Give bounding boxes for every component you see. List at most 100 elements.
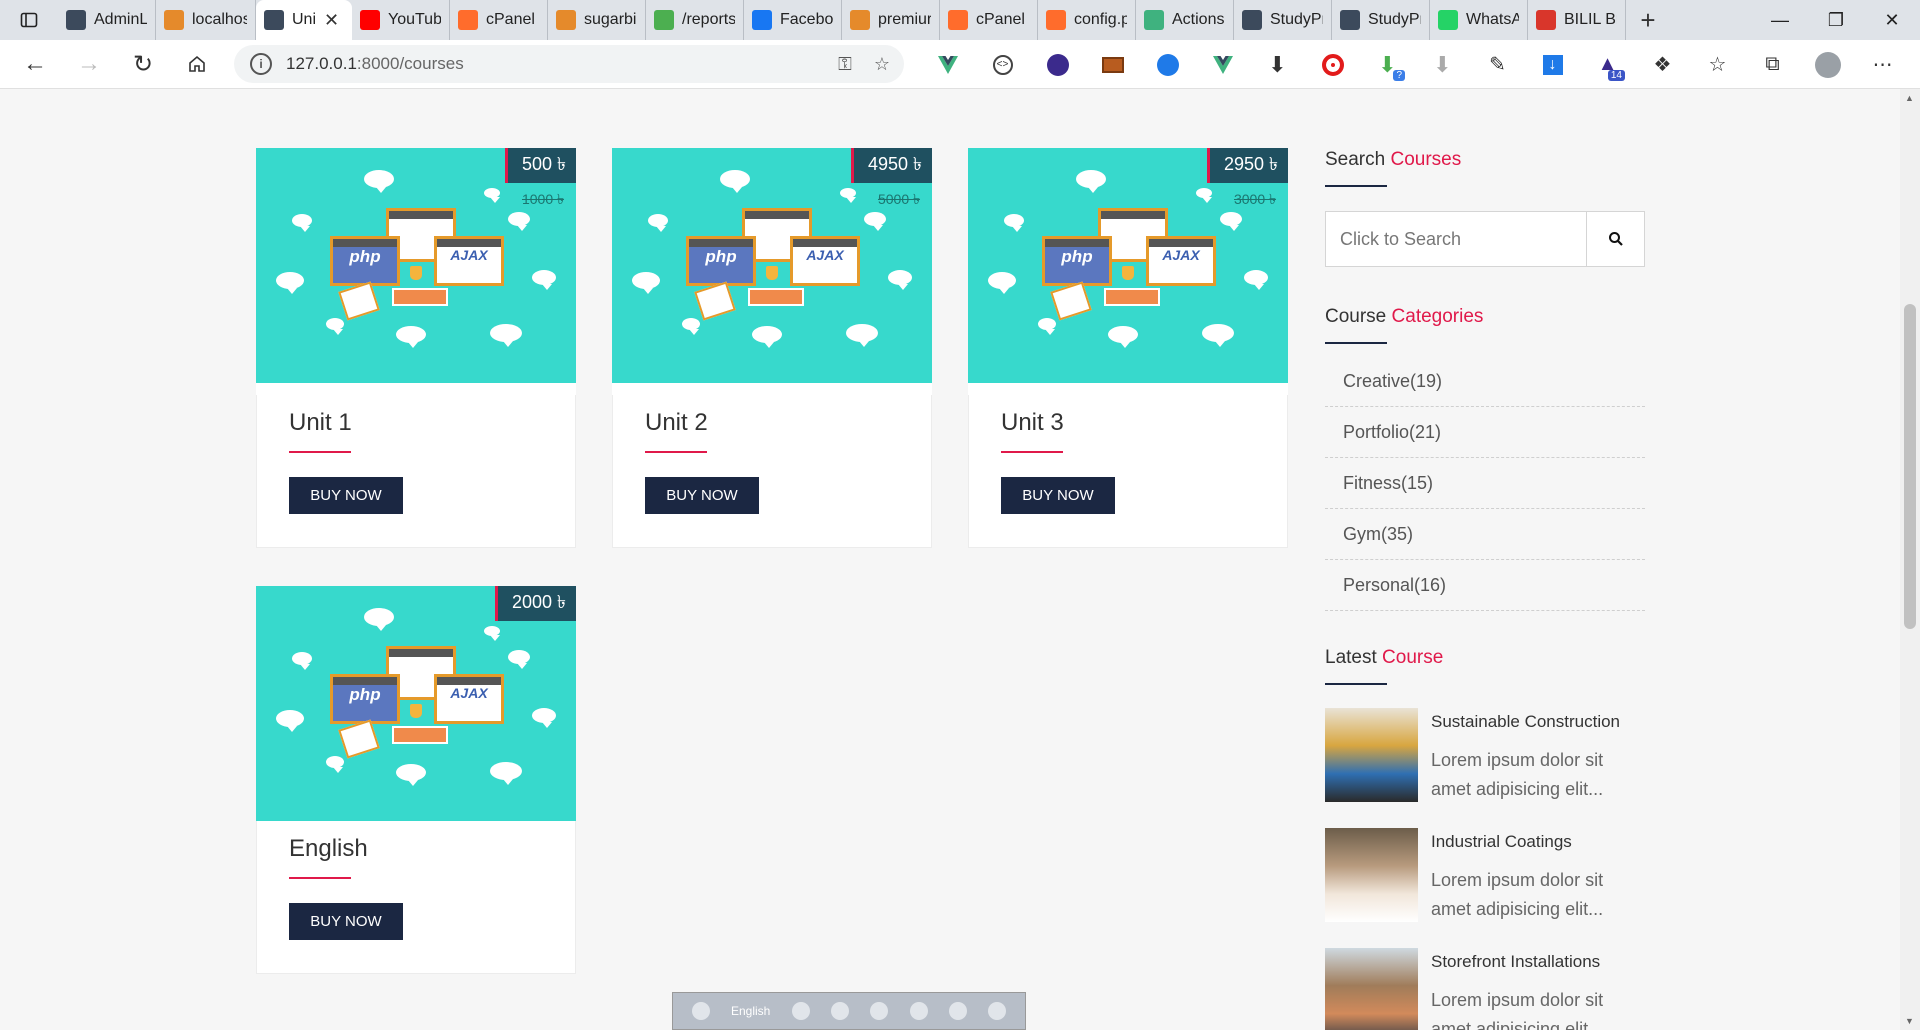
forward-button[interactable]: → (62, 44, 116, 84)
buy-now-button[interactable]: BUY NOW (289, 477, 403, 514)
url-text[interactable]: 127.0.0.1:8000/courses (286, 54, 464, 74)
browser-tab[interactable]: config.p (1038, 0, 1136, 40)
graduation-cap-icon[interactable]: ▲ 14 (1580, 45, 1635, 85)
pen-icon[interactable]: ✎ (1470, 45, 1525, 85)
scroll-down-icon[interactable]: ▼ (1905, 1016, 1914, 1026)
course-title[interactable]: English (289, 835, 368, 863)
browser-icon[interactable] (909, 1002, 928, 1020)
browser-tab[interactable]: Uni ✕ (256, 0, 352, 40)
browser-tab[interactable]: AdminLT (58, 0, 156, 40)
close-tab-icon[interactable]: ✕ (324, 10, 339, 31)
category-item[interactable]: Personal(16) (1325, 560, 1645, 611)
browser-tab[interactable]: YouTub (352, 0, 450, 40)
download-arrow-icon[interactable]: ⬇ (1250, 45, 1305, 85)
browser-tab[interactable]: BILIL Br (1528, 0, 1626, 40)
home-button[interactable] (170, 44, 224, 84)
close-window-button[interactable]: ✕ (1864, 0, 1920, 40)
language-selector[interactable]: English (731, 1004, 770, 1018)
latest-course-title[interactable]: Industrial Coatings (1431, 832, 1572, 852)
reload-button[interactable]: ↻ (116, 44, 170, 84)
course-thumbnail[interactable]: php AJAX 2950 ৳ 3000 ৳ (968, 148, 1288, 383)
buy-now-button[interactable]: BUY NOW (1001, 477, 1115, 514)
key-icon[interactable]: ⚿ (838, 54, 852, 75)
latest-course-title[interactable]: Storefront Installations (1431, 952, 1600, 972)
browser-tab[interactable]: Actions (1136, 0, 1234, 40)
speech-bubble-icon (840, 188, 857, 203)
course-title[interactable]: Unit 1 (289, 409, 352, 437)
speech-bubble-icon (1202, 324, 1234, 347)
browser-tab[interactable]: cPanel - (450, 0, 548, 40)
add-favorite-icon[interactable]: ☆ (874, 54, 890, 75)
download-circle-icon[interactable] (1030, 45, 1085, 85)
tab-actions-button[interactable] (0, 0, 58, 40)
course-thumbnail[interactable]: php AJAX 500 ৳ 1000 ৳ (256, 148, 576, 383)
minimize-button[interactable]: — (1752, 0, 1808, 40)
brick-icon[interactable] (1085, 45, 1140, 85)
browser-tab[interactable]: cPanel F (940, 0, 1038, 40)
profile-avatar[interactable] (1800, 45, 1855, 85)
help-icon[interactable] (948, 1002, 967, 1020)
browser-tab[interactable]: WhatsA (1430, 0, 1528, 40)
code-icon[interactable]: <> (975, 45, 1030, 85)
latest-course-photo[interactable] (1325, 708, 1418, 802)
vertical-scrollbar[interactable]: ▲ ▼ (1900, 89, 1920, 1030)
course-title[interactable]: Unit 2 (645, 409, 708, 437)
php-window-icon: php (330, 674, 400, 724)
browser-tab[interactable]: StudyPr (1234, 0, 1332, 40)
vue-icon[interactable] (1195, 45, 1250, 85)
browser-tab[interactable]: StudyPr (1332, 0, 1430, 40)
restore-button[interactable]: ❐ (1808, 0, 1864, 40)
pen-tool-icon[interactable] (831, 1002, 849, 1020)
scroll-up-icon[interactable]: ▲ (1905, 93, 1914, 103)
browser-tab[interactable]: /reports (646, 0, 744, 40)
browser-tab[interactable]: sugarbi (548, 0, 646, 40)
globe-icon[interactable] (1140, 45, 1195, 85)
lang-logo-icon[interactable] (691, 1002, 710, 1020)
scrollbar-thumb[interactable] (1904, 304, 1916, 629)
course-title[interactable]: Unit 3 (1001, 409, 1064, 437)
browser-tab[interactable]: premiur (842, 0, 940, 40)
tab-title: StudyPr (1368, 11, 1421, 28)
speech-bubble-icon (396, 764, 426, 786)
browser-tab[interactable]: localhos (156, 0, 256, 40)
course-thumbnail[interactable]: php AJAX 2000 ৳ (256, 586, 576, 821)
new-tab-button[interactable]: + (1626, 5, 1670, 36)
category-item[interactable]: Gym(35) (1325, 509, 1645, 560)
search-button[interactable] (1586, 212, 1644, 266)
tab-title: Actions (1172, 11, 1225, 28)
latest-course-item[interactable]: Sustainable Construction Lorem ipsum dolo… (1325, 708, 1645, 804)
speech-bubble-icon (1196, 188, 1213, 203)
coffee-mug-icon (1122, 266, 1134, 280)
latest-course-item[interactable]: Storefront Installations Lorem ipsum dolo… (1325, 948, 1645, 1030)
buy-now-button[interactable]: BUY NOW (645, 477, 759, 514)
back-button[interactable]: ← (8, 44, 62, 84)
site-info-icon[interactable]: i (250, 53, 272, 75)
latest-course-item[interactable]: Industrial Coatings Lorem ipsum dolor sit… (1325, 828, 1645, 924)
extensions-area: <> ⬇ ⬇? ⬇ ✎ ↓ ▲ 14 ❖ ☆ ⧉ ⋯ (920, 40, 1910, 89)
opera-icon[interactable] (1305, 45, 1360, 85)
category-item[interactable]: Creative(19) (1325, 356, 1645, 407)
latest-course-title[interactable]: Sustainable Construction (1431, 712, 1620, 732)
favorites-icon[interactable]: ☆ (1690, 45, 1745, 85)
keyboard-icon[interactable] (791, 1002, 810, 1020)
browser-tab[interactable]: Faceboo (744, 0, 842, 40)
address-bar[interactable]: i 127.0.0.1:8000/courses ⚿ ☆ (234, 45, 904, 83)
collections-icon[interactable]: ⧉ (1745, 45, 1800, 85)
download-gray-icon[interactable]: ⬇ (1415, 45, 1470, 85)
info-icon[interactable] (988, 1002, 1007, 1020)
tab-title: BILIL Br (1564, 11, 1617, 28)
latest-course-photo[interactable] (1325, 828, 1418, 922)
download-manager-icon[interactable]: ⬇? (1360, 45, 1415, 85)
speech-bubble-icon (292, 652, 312, 670)
settings-icon[interactable] (870, 1002, 889, 1020)
latest-course-photo[interactable] (1325, 948, 1418, 1030)
puzzle-icon[interactable]: ❖ (1635, 45, 1690, 85)
course-thumbnail[interactable]: php AJAX 4950 ৳ 5000 ৳ (612, 148, 932, 383)
download-blue-icon[interactable]: ↓ (1525, 45, 1580, 85)
course-search-input[interactable] (1326, 212, 1586, 266)
vue-devtools-icon[interactable] (920, 45, 975, 85)
buy-now-button[interactable]: BUY NOW (289, 903, 403, 940)
category-item[interactable]: Fitness(15) (1325, 458, 1645, 509)
more-menu-icon[interactable]: ⋯ (1855, 45, 1910, 85)
category-item[interactable]: Portfolio(21) (1325, 407, 1645, 458)
